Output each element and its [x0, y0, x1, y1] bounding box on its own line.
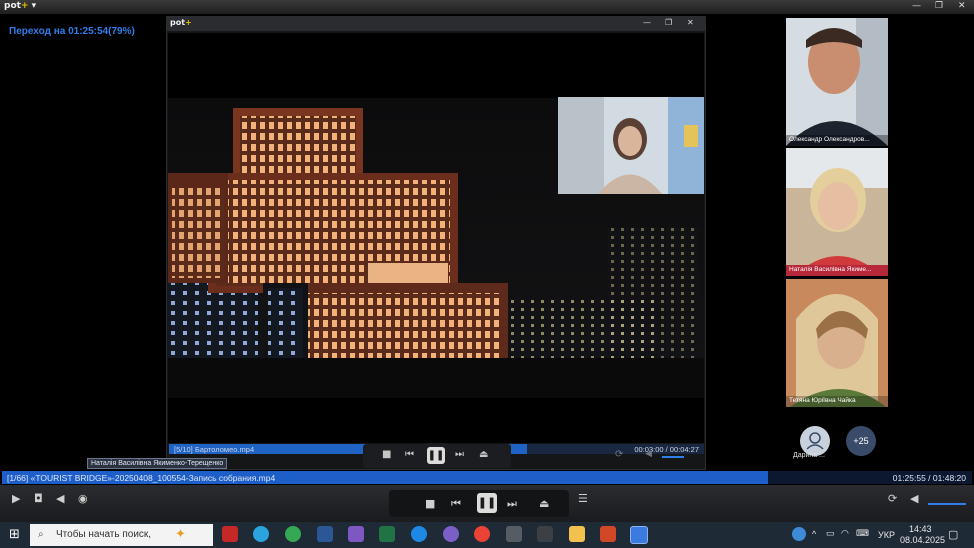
nested-next-icon[interactable]: ⏭	[455, 449, 464, 460]
chrome-profile-icon[interactable]	[474, 526, 490, 542]
previous-icon[interactable]: ⏮	[451, 497, 461, 511]
nested-title-bar[interactable]: pot+ — ❐ ✕	[167, 17, 705, 31]
seek-bar[interactable]: [1/66] «TOURIST BRIDGE»-20250408_100554-…	[2, 471, 972, 484]
wifi-icon[interactable]: ◠	[841, 528, 849, 539]
participant-name: Олександр Олександров...	[786, 135, 888, 146]
nested-logo-plus: +	[185, 18, 192, 27]
nested-logo-text: pot	[170, 18, 186, 27]
telegram-icon[interactable]	[253, 526, 269, 542]
language-indicator[interactable]: УКР	[878, 530, 895, 540]
time-display: 01:25:55 / 01:48:20	[892, 473, 966, 483]
dev-tool-icon[interactable]	[537, 526, 553, 542]
chevron-up-icon[interactable]: ^	[812, 529, 816, 539]
participant-tile[interactable]: Олександр Олександров...	[786, 18, 888, 146]
participant-tile[interactable]: Тетяна Юріївна Чайка	[786, 279, 888, 407]
nested-stop-icon[interactable]: ■	[382, 449, 391, 460]
nested-potplayer-logo[interactable]: pot+	[170, 18, 192, 27]
participant-tile[interactable]: Наталія Василівна Якиме...	[786, 148, 888, 276]
nested-playlist-entry: [5/10] Бартоломео.mp4	[174, 445, 255, 454]
search-placeholder: Чтобы начать поиск,	[56, 529, 152, 540]
potplayer-logo[interactable]: pot+ ▾	[4, 1, 36, 11]
nested-controls: ■ ⏮ ❚❚ ⏭ ⏏	[363, 444, 511, 468]
stop-icon[interactable]: ■	[425, 497, 435, 510]
nested-close-icon[interactable]: ✕	[687, 18, 694, 27]
nested-pause-button[interactable]: ❚❚	[427, 447, 445, 464]
participant-video	[786, 18, 888, 146]
calculator-icon[interactable]	[506, 526, 522, 542]
nested-maximize-icon[interactable]: ❐	[665, 18, 672, 27]
pause-button[interactable]: ❚❚	[477, 493, 497, 513]
presenter-video	[558, 97, 704, 194]
powerpoint-icon[interactable]	[600, 526, 616, 542]
seek-status-osd: Переход на 01:25:54(79%)	[9, 26, 135, 37]
volume-icon[interactable]: ◀	[56, 492, 64, 505]
nested-volume-slider[interactable]	[662, 456, 684, 458]
sparkle-icon: ✦	[175, 527, 186, 542]
nested-previous-icon[interactable]: ⏮	[405, 449, 414, 460]
speaker-icon[interactable]: ◀	[910, 492, 918, 505]
player-controls: ▶ ◘ ◀ ◉ ☰ ■ ⏮ ❚❚ ⏭ ⏏ ☰ ⟳ ◀	[0, 485, 974, 522]
hover-tooltip: Наталія Василівна Якименко-Терещенко	[87, 458, 228, 469]
potplayer-taskbar-icon[interactable]	[630, 526, 648, 544]
word-icon[interactable]	[317, 526, 333, 542]
playlist-entry: [1/66] «TOURIST BRIDGE»-20250408_100554-…	[7, 473, 276, 483]
keyboard-icon[interactable]: ⌨	[856, 528, 869, 539]
logo-text: pot	[4, 1, 21, 11]
notifications-icon[interactable]: ▢	[948, 528, 958, 541]
participant-video	[786, 279, 888, 407]
subtitle-icon[interactable]: ◉	[78, 492, 88, 505]
file-explorer-icon[interactable]	[569, 526, 585, 542]
menu-icon[interactable]: ☰	[578, 492, 588, 505]
copilot-icon[interactable]	[348, 526, 364, 542]
clock-date[interactable]: 08.04.2025	[900, 535, 945, 545]
transport-controls: ■ ⏮ ❚❚ ⏭ ⏏	[389, 490, 569, 517]
volume-slider[interactable]	[928, 503, 966, 505]
more-participants-button[interactable]: +25	[846, 426, 876, 456]
logo-plus: +	[20, 1, 29, 11]
taskbar-search-box[interactable]: ⌕ Чтобы начать поиск, ✦	[30, 524, 213, 546]
minimize-icon[interactable]: —	[912, 1, 921, 11]
repeat-icon[interactable]: ⟳	[888, 492, 897, 505]
nested-video-area[interactable]: [5/10] Бартоломео.mp4 00:03:00 / 00:04:2…	[168, 33, 704, 454]
nested-player-window[interactable]: pot+ — ❐ ✕ [5/10] Бартоломео.mp4 00:03:0…	[166, 16, 706, 470]
participant-name: Наталія Василівна Якиме...	[786, 265, 888, 276]
edge-icon[interactable]	[411, 526, 427, 542]
nested-repeat-icon[interactable]: ⟳	[615, 449, 623, 460]
clock-time[interactable]: 14:43	[909, 524, 932, 534]
tray-app-icon[interactable]	[792, 527, 806, 541]
windows-taskbar: ⊞ ⌕ Чтобы начать поиск, ✦ ^ ▭ ◠ ⌨ УКР 14…	[0, 522, 974, 548]
nested-volume-icon[interactable]: ◀	[645, 449, 652, 459]
camera-icon[interactable]: ◘	[34, 492, 43, 505]
participant-video	[786, 148, 888, 276]
close-icon[interactable]: ✕	[958, 1, 966, 11]
play-small-icon[interactable]: ▶	[12, 492, 20, 505]
participant-name: Тетяна Юріївна Чайка	[786, 396, 888, 407]
presenter-figure	[558, 97, 704, 194]
windows-start-icon[interactable]: ⊞	[9, 528, 20, 541]
excel-icon[interactable]	[379, 526, 395, 542]
avatar-name: Дарина ...	[793, 452, 825, 459]
next-icon[interactable]: ⏭	[507, 497, 517, 511]
chrome-icon[interactable]	[285, 526, 301, 542]
network-icon[interactable]: ▭	[826, 528, 835, 539]
outer-title-bar[interactable]: pot+ ▾ — ❐ ✕	[0, 0, 974, 14]
search-icon: ⌕	[38, 529, 44, 540]
viber-icon[interactable]	[443, 526, 459, 542]
nested-eject-icon[interactable]: ⏏	[479, 449, 488, 460]
maximize-icon[interactable]: ❐	[935, 1, 943, 11]
eject-icon[interactable]: ⏏	[539, 497, 549, 510]
nested-minimize-icon[interactable]: —	[643, 18, 651, 27]
app-icon[interactable]	[222, 526, 238, 542]
